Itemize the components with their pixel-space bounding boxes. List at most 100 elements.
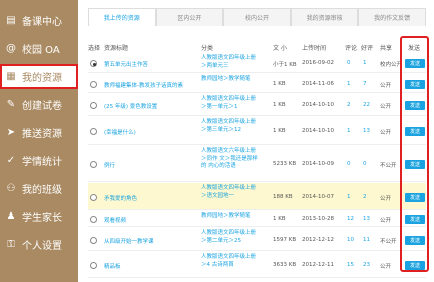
upload-time: 2016-09-02 [302,60,334,66]
favorite-count[interactable]: 13 [363,128,370,134]
main-panel: 我上传的资源 区内公开 校内公开 我的资源审核 我的作文反馈 选择 资源标题 分类 文 … [78,0,434,282]
tab-4[interactable]: 我的作文反馈 [358,8,426,26]
row-radio[interactable] [90,81,97,88]
row-radio[interactable] [90,161,97,168]
sidebar-item-8[interactable]: ⚿ 个人设置 [0,232,78,257]
header-name: 资源标题 [104,45,129,52]
comment-count[interactable]: 1 [347,128,351,134]
category-link[interactable]: 人教版语文四年级上册＞第一单元＞1 [201,96,261,111]
comment-count[interactable]: 1 [347,194,351,200]
tab-0[interactable]: 我上传的资源 [88,8,156,26]
category-link[interactable]: 人教版语文四年级上册＞语文园地一 [201,185,261,200]
favorite-count[interactable]: 0 [363,161,367,167]
favorite-count[interactable]: 7 [363,81,367,87]
upload-time: 2014-10-10 [302,128,334,134]
table-header: 选择 资源标题 分类 文 小 上传时间 评论 好评 共享 发送 [88,40,426,52]
row-radio[interactable] [90,237,97,244]
share-status: 公开 [380,130,392,136]
file-size: 3633 KB [273,262,297,268]
resource-title-link[interactable]: (25 年级) 景色教设置 [104,102,157,110]
sidebar-item-label: 学生家长 [22,213,62,224]
comment-count[interactable]: 12 [347,216,354,222]
header-favorites: 好评 [361,45,374,52]
comment-count[interactable]: 2 [347,102,351,108]
category-link[interactable]: 人教版语文四年级上册＞4 古诗两首 [201,254,261,269]
table-row: 观看视频 教师园地＞教学随笔 1 KB 2013-10-28 12 13 公开 发送 [88,211,426,227]
sidebar-item-label: 创建试卷 [22,101,62,112]
favorite-count[interactable]: 13 [363,216,370,222]
category-link[interactable]: 人教版语文四年级上册＞第三单元＞12 [201,119,261,134]
sidebar-item-0[interactable]: ▤ 备课中心 [0,8,78,33]
category-link[interactable]: 教师园地＞教学随笔 [201,76,261,84]
header-share: 共享 [380,45,393,52]
tab-bar: 我上传的资源 区内公开 校内公开 我的资源审核 我的作文反馈 [88,8,426,26]
key-icon: ⚿ [7,239,15,250]
sidebar-item-7[interactable]: ♟ 学生家长 [0,204,78,229]
resource-title-link[interactable]: 从四级开始一教学课 [104,237,154,245]
share-status: 不公开 [380,163,397,169]
sidebar-item-2[interactable]: ▦ 我的资源 [0,64,78,89]
comment-count[interactable]: 15 [347,262,354,268]
category-link[interactable]: 人教版语文四年级上册＞第二单元＞25 [201,230,261,245]
table-row: 第五单元出主作答 人教版语文四年级上册＞两单元三 小于1 KB 2016-09-02 0… [88,53,426,73]
favorite-count[interactable]: 2 [363,194,367,200]
share-status: 公开 [380,196,392,202]
tab-2[interactable]: 校内公开 [223,8,291,26]
header-comments: 评论 [345,45,358,52]
sidebar-item-label: 我的资源 [22,73,62,84]
favorite-count[interactable]: 23 [363,262,370,268]
row-radio[interactable] [90,128,97,135]
book-icon: ▤ [6,15,16,26]
tab-3[interactable]: 我的资源审核 [290,8,359,26]
file-size: 1 KB [273,216,286,222]
category-link[interactable]: 人教版语文六年级上册＞同作 文＞我还是那样的 内心的活语 [201,148,261,171]
comment-count[interactable]: 1 [347,81,351,87]
favorite-count[interactable]: 1 [363,60,367,66]
row-radio[interactable] [90,216,97,223]
resource-title-link[interactable]: 矛我爱的角色 [104,194,137,202]
row-radio[interactable] [90,102,97,109]
file-size: 1597 KB [273,237,297,243]
sidebar-item-label: 个人设置 [22,241,62,252]
file-size: 5233 KB [273,161,297,167]
resource-title-link[interactable]: 观看视频 [104,216,126,224]
upload-time: 2013-10-28 [302,216,334,222]
sidebar-item-4[interactable]: ➤ 推送资源 [0,120,78,145]
resource-title-link[interactable]: (幸福是什么) [104,128,136,136]
sidebar-item-label: 校园 OA [22,45,60,56]
comment-count[interactable]: 10 [347,237,354,243]
row-radio[interactable] [90,60,97,67]
table-row: 从四级开始一教学课 人教版语文四年级上册＞第二单元＞25 1597 KB 2012-1… [88,228,426,251]
upload-time: 2014-10-09 [302,161,334,167]
favorite-count[interactable]: 11 [363,237,370,243]
category-link[interactable]: 教师园地＞教学随笔 [201,213,261,221]
file-size: 1 KB [273,102,286,108]
push-icon: ➤ [6,127,16,138]
resource-title-link[interactable]: 精品板 [104,262,121,270]
file-size: 1 KB [273,128,286,134]
category-link[interactable]: 人教版语文四年级上册＞两单元三 [201,55,261,70]
upload-time: 2014-11-06 [302,81,334,87]
table-row: (幸福是什么) 人教版语文四年级上册＞第三单元＞12 1 KB 2014-10-10 1… [88,117,426,145]
person-icon: ♟ [6,211,16,222]
resource-title-link[interactable]: 第五单元出主作答 [104,60,148,68]
sidebar-item-label: 推送资源 [22,129,62,140]
comment-count[interactable]: 0 [347,60,351,66]
check-icon: ✓ [6,155,16,166]
comment-count[interactable]: 0 [347,161,351,167]
resource-title-link[interactable]: 例行 [104,161,115,169]
header-category: 分类 [201,45,214,52]
favorite-count[interactable]: 22 [363,102,370,108]
header-time: 上传时间 [302,45,327,52]
row-radio[interactable] [90,194,97,201]
sidebar-item-6[interactable]: ⚇ 我的班级 [0,176,78,201]
sidebar-item-5[interactable]: ✓ 学情统计 [0,148,78,173]
tab-1[interactable]: 区内公开 [155,8,224,26]
at-icon: @ [6,43,16,54]
share-status: 不公开 [380,239,397,245]
row-radio[interactable] [90,262,97,269]
sidebar: ▤ 备课中心 @ 校园 OA ▦ 我的资源 ✎ 创建试卷 ➤ 推送资源 ✓ 学情统计 ⚇ 我的班级 ♟ 学生家… [0,0,78,282]
sidebar-item-3[interactable]: ✎ 创建试卷 [0,92,78,117]
resource-title-link[interactable]: 教师福建集体-教发孩子话真的素 [104,81,183,89]
sidebar-item-1[interactable]: @ 校园 OA [0,36,78,61]
